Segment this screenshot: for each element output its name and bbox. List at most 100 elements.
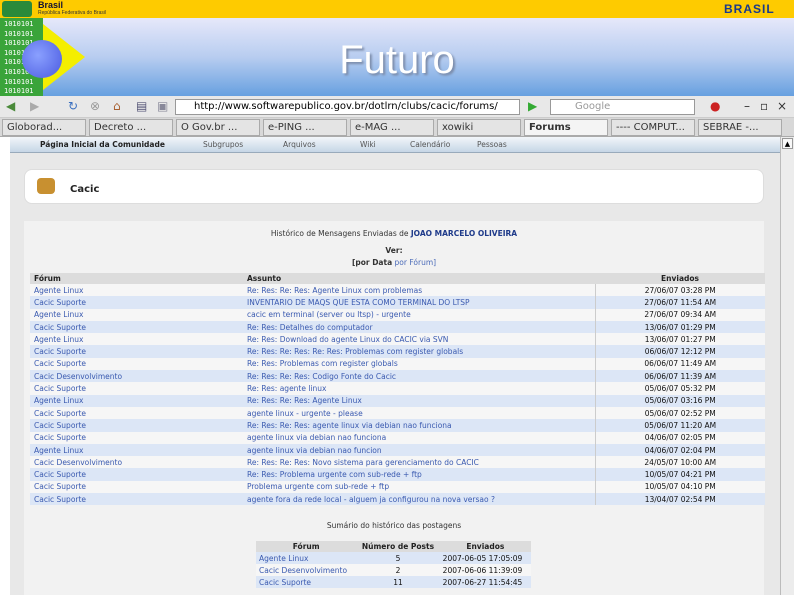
subject-link[interactable]: INVENTARIO DE MAQS QUE ESTA COMO TERMINA… [243, 296, 595, 309]
tab-globoradio[interactable]: Globorad... [2, 119, 86, 136]
subject-link[interactable]: Re: Res: agente linux [243, 382, 595, 395]
forum-link[interactable]: Cacic Suporte [30, 419, 243, 432]
subject-link[interactable]: agente fora da rede local - alguem ja co… [243, 493, 595, 506]
sent-date: 05/06/07 02:52 PM [594, 406, 765, 420]
table-row: Agente Linux agente linux via debian nao … [30, 443, 765, 457]
sent-date: 05/06/07 11:20 AM [594, 419, 765, 432]
table-row: Cacic Suporte agente fora da rede local -… [30, 493, 765, 506]
search-input[interactable]: Google [550, 99, 695, 115]
bookmarks-icon[interactable]: ▤ [136, 99, 147, 113]
minimize-icon[interactable]: – [744, 99, 750, 113]
forum-link[interactable]: Cacic Suporte [30, 357, 243, 371]
last-sent: 2007-06-06 11:39:09 [439, 564, 531, 576]
subject-link[interactable]: agente linux via debian nao funciona [243, 431, 595, 444]
vertical-scrollbar[interactable]: ▲ [780, 137, 794, 595]
back-icon[interactable]: ◀ [6, 99, 15, 113]
tab-gov-br[interactable]: O Gov.br ... [176, 119, 260, 136]
nav-subgrupos[interactable]: Subgrupos [203, 140, 243, 149]
table-row: Cacic Desenvolvimento Re: Res: Re: Res: C… [30, 370, 765, 383]
user-name: JOAO MARCELO OLIVEIRA [410, 229, 518, 238]
sent-date: 06/06/07 11:39 AM [594, 370, 765, 383]
subject-link[interactable]: agente linux via debian nao funcion [243, 443, 595, 457]
forum-link[interactable]: Cacic Suporte [256, 576, 357, 588]
subject-link[interactable]: Problema urgente com sub-rede + ftp [243, 480, 595, 494]
forum-link[interactable]: Agente Linux [30, 333, 243, 346]
sent-date: 06/06/07 11:49 AM [594, 357, 765, 371]
nav-home[interactable]: Página Inicial da Comunidade [40, 140, 165, 149]
subject-link[interactable]: Re: Res: Re: Res: Agente Linux com probl… [243, 284, 595, 297]
col-forum: Fórum [30, 273, 243, 284]
subject-link[interactable]: Re: Res: Re: Res: Re: Res: Problemas com… [243, 345, 595, 358]
forum-link[interactable]: Cacic Suporte [30, 345, 243, 358]
subject-link[interactable]: Re: Res: Problemas com register globals [243, 357, 595, 371]
forum-link[interactable]: Cacic Suporte [30, 320, 243, 334]
table-row: Cacic Suporte Re: Res: Problemas com regi… [30, 357, 765, 371]
scroll-up-icon[interactable]: ▲ [782, 138, 793, 149]
table-row: Cacic Suporte Re: Res: Re: Res: agente li… [30, 419, 765, 432]
browser-tabs: Globorad... Decreto ... O Gov.br ... e-P… [0, 118, 794, 137]
subject-link[interactable]: Re: Res: Re: Res: Novo sistema para gere… [243, 456, 595, 469]
tab-emag[interactable]: e-MAG ... [350, 119, 434, 136]
go-icon[interactable]: ▶ [528, 99, 537, 113]
view-by-forum-link[interactable]: por Fórum] [395, 258, 437, 267]
subject-link[interactable]: Re: Res: Detalhes do computador [243, 320, 595, 334]
sent-date: 10/05/07 04:10 PM [594, 480, 765, 494]
print-icon[interactable]: ▣ [157, 99, 168, 113]
subject-link[interactable]: Re: Res: Problema urgente com sub-rede +… [243, 468, 595, 481]
subject-link[interactable]: Re: Res: Re: Res: Agente Linux [243, 394, 595, 407]
tab-forums[interactable]: Forums [524, 119, 608, 136]
forward-icon[interactable]: ▶ [30, 99, 39, 113]
forum-link[interactable]: Agente Linux [256, 552, 357, 564]
forum-link[interactable]: Cacic Suporte [30, 468, 243, 481]
forum-link[interactable]: Agente Linux [30, 308, 243, 321]
url-input[interactable]: http://www.softwarepublico.gov.br/dotlrn… [175, 99, 520, 115]
forum-link[interactable]: Cacic Suporte [30, 431, 243, 444]
forum-link[interactable]: Cacic Suporte [30, 382, 243, 395]
nav-arquivos[interactable]: Arquivos [283, 140, 316, 149]
forum-link[interactable]: Cacic Suporte [30, 406, 243, 420]
gov-top-bar: Brasil República Federativa do Brasil BR… [0, 0, 794, 18]
view-by-date: [por Data [351, 258, 393, 267]
post-count: 11 [356, 576, 440, 588]
table-row: Cacic Suporte Re: Res: Problema urgente c… [30, 468, 765, 481]
subject-link[interactable]: agente linux - urgente - please [243, 406, 595, 420]
sent-date: 06/06/07 12:12 PM [594, 345, 765, 358]
community-logo-icon [37, 178, 55, 194]
close-icon[interactable]: × [777, 99, 787, 113]
forum-link[interactable]: Agente Linux [30, 394, 243, 407]
tab-computer[interactable]: ---- COMPUT... [611, 119, 695, 136]
forum-link[interactable]: Agente Linux [30, 443, 243, 457]
adblock-icon[interactable]: ● [710, 99, 720, 113]
nav-calendario[interactable]: Calendário [410, 140, 450, 149]
forum-link[interactable]: Cacic Suporte [30, 480, 243, 494]
tab-decreto[interactable]: Decreto ... [89, 119, 173, 136]
subject-link[interactable]: Re: Res: Re: Res: Codigo Fonte do Cacic [243, 370, 595, 383]
nav-wiki[interactable]: Wiki [360, 140, 376, 149]
col-enviados: Enviados [595, 273, 765, 284]
tab-sebrae[interactable]: SEBRAE -... [698, 119, 782, 136]
reload-icon[interactable]: ↻ [68, 99, 78, 113]
forum-link[interactable]: Cacic Desenvolvimento [30, 370, 243, 383]
stop-icon[interactable]: ⊗ [90, 99, 100, 113]
sent-date: 13/06/07 01:27 PM [594, 333, 765, 346]
nav-pessoas[interactable]: Pessoas [477, 140, 507, 149]
table-row: Agente Linux cacic em terminal (server ou… [30, 308, 765, 321]
sent-date: 27/06/07 09:34 AM [594, 308, 765, 321]
sum-col-forum: Fórum [256, 541, 357, 552]
subject-link[interactable]: Re: Res: Download do agente Linux do CAC… [243, 333, 595, 346]
forum-link[interactable]: Cacic Suporte [30, 493, 243, 506]
sent-date: 13/06/07 01:29 PM [594, 320, 765, 334]
subject-link[interactable]: cacic em terminal (server ou ltsp) - urg… [243, 308, 595, 321]
summary-table: Fórum Número de Posts Enviados Agente Li… [256, 541, 531, 588]
tab-xowiki[interactable]: xowiki [437, 119, 521, 136]
summary-row: Agente Linux 5 2007-06-05 17:05:09 [256, 552, 531, 564]
home-icon[interactable]: ⌂ [113, 99, 121, 113]
forum-link[interactable]: Cacic Desenvolvimento [30, 456, 243, 469]
subject-link[interactable]: Re: Res: Re: Res: agente linux via debia… [243, 419, 595, 432]
forum-link[interactable]: Agente Linux [30, 284, 243, 297]
tab-eping[interactable]: e-PING ... [263, 119, 347, 136]
restore-icon[interactable]: ▫ [760, 99, 768, 113]
sent-date: 24/05/07 10:00 AM [594, 456, 765, 469]
forum-link[interactable]: Cacic Suporte [30, 296, 243, 309]
forum-link[interactable]: Cacic Desenvolvimento [256, 564, 357, 576]
